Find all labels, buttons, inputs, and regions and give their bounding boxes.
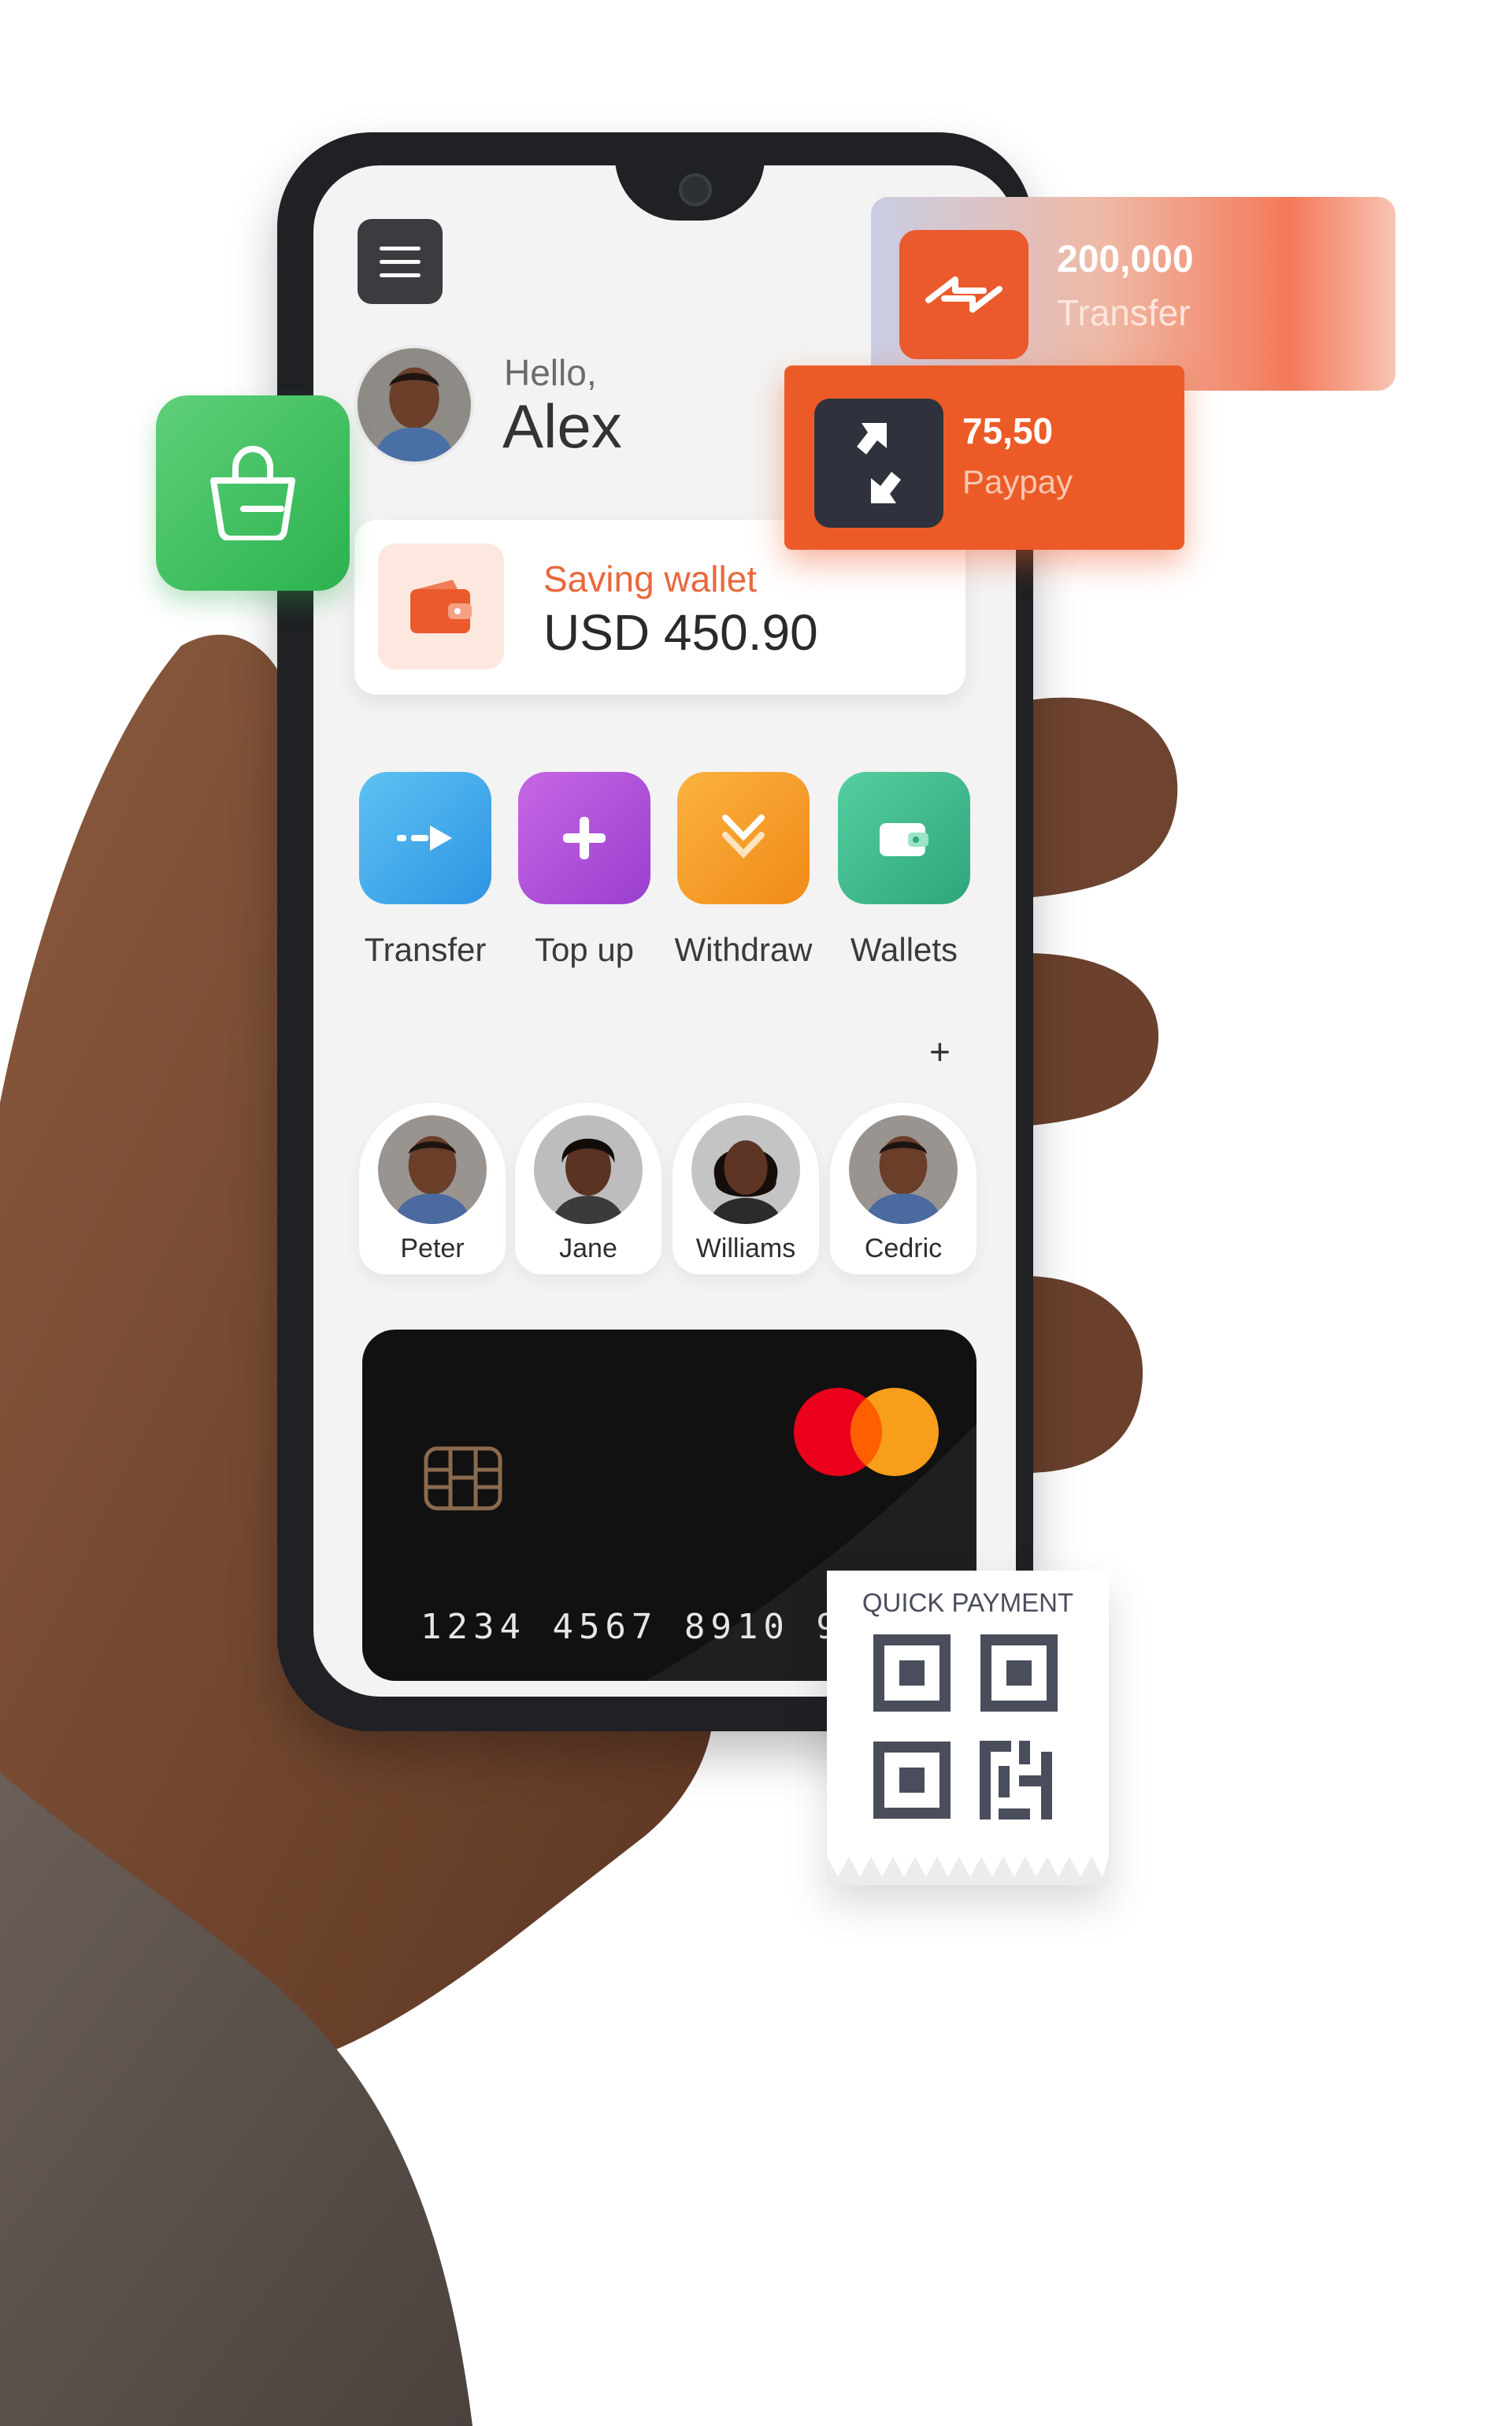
hamburger-line — [380, 273, 421, 277]
shopping-badge[interactable] — [156, 395, 350, 591]
transfer-arrow-icon — [359, 772, 491, 904]
mastercard-logo — [794, 1388, 939, 1476]
wallet-label: Saving wallet — [543, 558, 758, 599]
withdraw-action[interactable]: Withdraw — [674, 772, 813, 969]
withdraw-action-label: Withdraw — [674, 931, 813, 968]
wallet-icon — [378, 543, 504, 670]
wallet-icon — [838, 772, 970, 904]
user-avatar[interactable] — [354, 345, 474, 465]
plus-icon — [518, 772, 650, 904]
transfer-action-label: Transfer — [364, 931, 487, 968]
contact-name: Cedric — [864, 1233, 943, 1263]
contact-avatar — [378, 1115, 487, 1224]
card-number: 1234 4567 8910 9 — [421, 1607, 843, 1647]
transfer-notification[interactable]: 200,000 Transfer — [871, 197, 1395, 391]
transfer-label: Transfer — [1057, 292, 1191, 333]
contact-avatar — [849, 1115, 958, 1224]
shopping-bag-icon — [210, 446, 295, 540]
wallets-action[interactable]: Wallets — [838, 772, 970, 969]
contact-avatar — [691, 1115, 800, 1224]
menu-button[interactable] — [358, 219, 443, 304]
topup-action-label: Top up — [534, 931, 635, 968]
paypay-label: Paypay — [962, 463, 1073, 500]
wallet-balance: USD 450.90 — [543, 604, 818, 661]
contact-name: Peter — [400, 1233, 465, 1263]
receipt-torn-edge — [827, 1857, 1109, 1885]
contact-item[interactable]: Jane — [515, 1103, 662, 1274]
quick-payment-receipt[interactable]: QUICK PAYMENT — [827, 1571, 1109, 1885]
contact-name: Jane — [559, 1233, 617, 1263]
add-contact-button[interactable]: + — [929, 1030, 951, 1073]
front-camera — [679, 173, 712, 206]
exchange-arrows-icon — [814, 399, 943, 528]
contact-item[interactable]: Peter — [359, 1103, 506, 1274]
transfer-amount: 200,000 — [1057, 239, 1194, 280]
contact-item[interactable]: Williams — [673, 1103, 819, 1274]
user-name: Alex — [502, 391, 622, 461]
contact-item[interactable]: Cedric — [830, 1103, 976, 1274]
wallets-action-label: Wallets — [850, 931, 958, 968]
transfer-swap-icon — [899, 230, 1028, 359]
hamburger-line — [380, 246, 421, 250]
quick-payment-title: QUICK PAYMENT — [862, 1588, 1074, 1617]
withdraw-icon — [677, 772, 810, 904]
hamburger-line — [380, 259, 421, 264]
paypay-notification[interactable]: 75,50 Paypay — [784, 365, 1184, 550]
topup-action[interactable]: Top up — [518, 772, 650, 969]
greeting-text: Hello, — [504, 352, 597, 393]
contact-avatar — [534, 1115, 643, 1224]
contact-name: Williams — [695, 1233, 796, 1263]
qr-code-icon — [873, 1634, 1058, 1820]
transfer-action[interactable]: Transfer — [359, 772, 491, 969]
card-chip-icon — [424, 1446, 502, 1511]
paypay-amount: 75,50 — [962, 410, 1054, 451]
